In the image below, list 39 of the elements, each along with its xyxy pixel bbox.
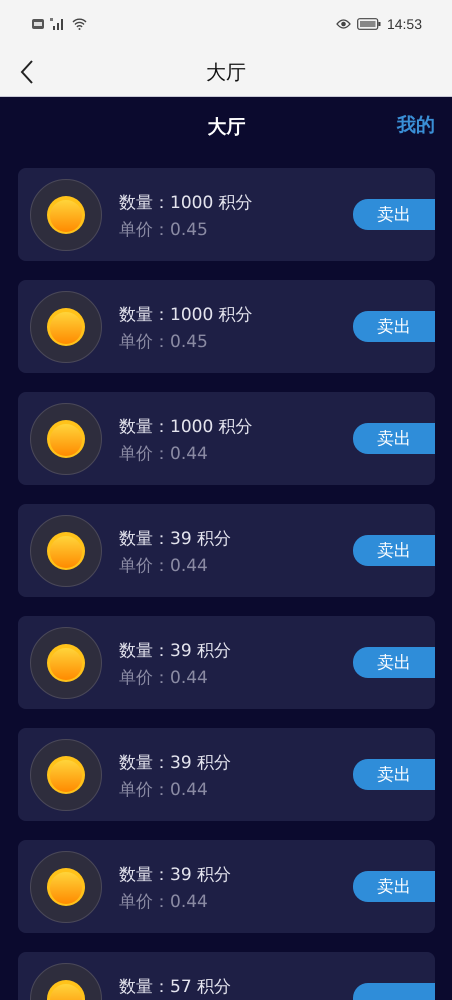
my-link[interactable]: 我的	[397, 112, 435, 138]
price-text: 单价：0.44	[119, 555, 209, 577]
quantity-text: 数量：39 积分	[119, 752, 232, 774]
sell-button[interactable]: 卖出	[353, 535, 435, 566]
coin-icon	[30, 514, 102, 586]
clock-time: 14:53	[386, 16, 422, 32]
coin-icon	[30, 178, 102, 250]
price-text: 单价：0.45	[119, 331, 209, 353]
coin-icon	[30, 290, 102, 362]
price-text: 单价：0.45	[119, 219, 209, 241]
back-icon[interactable]	[20, 60, 34, 84]
page-title: 大厅	[208, 115, 246, 140]
battery-icon	[356, 18, 381, 30]
coin-icon	[30, 738, 102, 810]
coin-icon	[30, 402, 102, 474]
quantity-text: 数量：1000 积分	[119, 304, 254, 326]
eye-icon	[336, 19, 351, 29]
wifi-icon	[72, 18, 87, 30]
price-text: 单价：0.44	[119, 667, 209, 689]
sell-button[interactable]: 卖出	[353, 647, 435, 678]
price-text: 单价：0.44	[119, 779, 209, 801]
quantity-text: 数量：1000 积分	[119, 416, 254, 438]
coin-icon	[30, 626, 102, 698]
quantity-text: 数量：39 积分	[119, 864, 232, 886]
nav-title: 大厅	[206, 58, 246, 86]
coin-icon	[30, 850, 102, 922]
price-text: 单价：0.44	[119, 891, 209, 913]
price-text: 单价：0.44	[119, 443, 209, 465]
quantity-text: 数量：57 积分	[119, 976, 232, 998]
signal-icon	[50, 18, 66, 30]
sell-button[interactable]: 卖出	[353, 759, 435, 790]
sell-button[interactable]: 卖出	[353, 199, 435, 230]
sell-button[interactable]: 卖出	[353, 423, 435, 454]
quantity-text: 数量：39 积分	[119, 640, 232, 662]
quantity-text: 数量：1000 积分	[119, 192, 254, 214]
sell-button[interactable]: 卖出	[353, 871, 435, 902]
quantity-text: 数量：39 积分	[119, 528, 232, 550]
hd-icon	[32, 19, 44, 29]
sell-button[interactable]: 卖出	[353, 311, 435, 342]
